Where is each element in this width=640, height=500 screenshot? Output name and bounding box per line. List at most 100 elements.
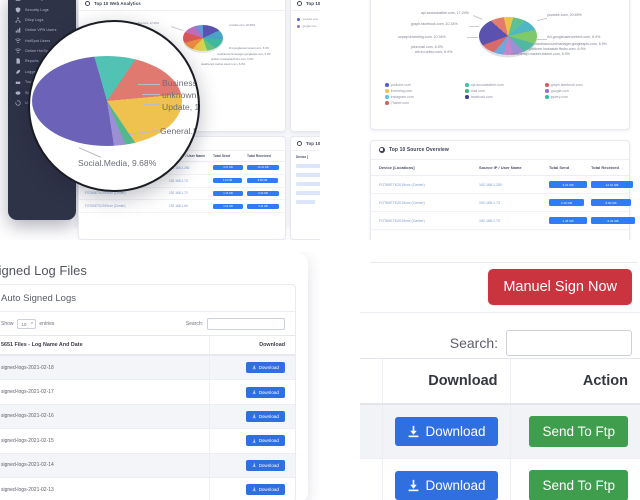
- legend-item: 7haber.com: [385, 101, 461, 105]
- sidebar-item-security-logs[interactable]: Security Logs: [8, 4, 76, 14]
- sidebar-item-label: Dhcp Logs: [25, 17, 44, 22]
- legend-color-swatch: [297, 17, 300, 21]
- pie-slices: [183, 25, 223, 51]
- list-icon: [15, 0, 21, 2]
- pie-label: lh4.googleusercontent.com, 6.9%: [229, 47, 269, 50]
- legend-color-swatch: [545, 95, 549, 99]
- download-cell: Download: [208, 453, 295, 478]
- table-row[interactable]: Download Send To Ftp: [360, 404, 640, 459]
- leader-line: [469, 26, 479, 27]
- leader-line: [473, 15, 483, 20]
- pie-label: General.Interest: [160, 126, 200, 136]
- total-received-cell: 12.41 GB: [591, 181, 637, 188]
- pie-label: lh4.googleusercontent.com, 6.9%: [547, 35, 601, 39]
- download-button[interactable]: Download: [245, 410, 285, 422]
- source-table: Device [Locations] Source IP / User Name…: [371, 160, 635, 230]
- total-received-cell: 12.41 GB: [247, 165, 281, 171]
- legend-item: facebook.com: [465, 95, 541, 99]
- document-icon: [15, 58, 21, 65]
- legend-item: jquery.com: [545, 95, 621, 99]
- ip-cell[interactable]: 192.168.1.73: [169, 179, 213, 183]
- pie-label: Business, 2.42%: [162, 78, 200, 88]
- legend-label: mail.com: [470, 89, 485, 93]
- ip-cell[interactable]: 192.168.1.70: [169, 191, 213, 195]
- search-input[interactable]: [506, 330, 632, 356]
- table-row[interactable]: FGT60ETK2019xxx (Center) 192.168.1.70 1.…: [371, 212, 635, 230]
- table-row[interactable]: FGT60ETK2019xxx (Center) 192.168.1.73 2.…: [371, 194, 631, 212]
- row-placeholder: [296, 200, 316, 204]
- card-header: Top 10: [291, 137, 320, 151]
- legend-item: api.accuweather.com: [465, 83, 541, 87]
- manuel-sign-now-button[interactable]: Manuel Sign Now: [488, 269, 632, 305]
- download-button[interactable]: Download: [245, 435, 285, 447]
- divider: [370, 262, 638, 263]
- table-row[interactable]: signed-logs-2021-02-17 Download: [0, 379, 295, 405]
- wifi-icon: [15, 48, 21, 54]
- table-row[interactable]: Download Send To Ftp: [360, 458, 640, 500]
- download-button[interactable]: Download: [245, 484, 285, 496]
- pie-label: pics.mail.com, 6.9%: [411, 45, 443, 49]
- ip-cell[interactable]: 192.168.1.73: [479, 201, 549, 205]
- table-row[interactable]: FGT60ETK2019xxx (Center) 192.168.1.64 1.…: [79, 200, 285, 214]
- web-analytics-card: api.accuweather.com, 17.24% graph.facebo…: [370, 0, 630, 130]
- table-row[interactable]: signed-logs-2021-02-15 Download: [0, 428, 295, 454]
- device-cell[interactable]: FGT60ETK2019xxx (Center): [85, 204, 169, 208]
- device-cell[interactable]: FGT60ETK2019xxx (Center): [379, 201, 479, 205]
- legend-item: [215, 86, 277, 90]
- ip-cell[interactable]: 192.168.1.250: [169, 166, 213, 170]
- table-row[interactable]: signed-logs-2021-02-14 Download: [0, 453, 295, 478]
- legend-color-swatch: [297, 24, 300, 28]
- divider: [360, 312, 640, 313]
- row-placeholder: [296, 164, 320, 168]
- search-input[interactable]: [207, 318, 285, 330]
- column-header-filename: 5651 Files - Log Name And Date: [0, 335, 209, 356]
- log-name-cell: signed-logs-2021-02-13: [0, 477, 209, 500]
- download-icon: [252, 365, 256, 370]
- page-length-select[interactable]: 10: [16, 318, 37, 330]
- pie-label: weatherapi.market.xiaomi.com, 6.9%: [511, 52, 570, 56]
- download-button[interactable]: Download: [245, 386, 285, 398]
- action-cell: Send To Ftp: [509, 458, 640, 500]
- total-received-cell: 6.32 GB: [591, 217, 637, 224]
- ip-cell[interactable]: 192.168.1.70: [479, 219, 549, 223]
- table-row[interactable]: FGT60ETK2019xxx (Center) 192.168.1.250 3…: [371, 176, 633, 194]
- download-cell: Download: [208, 477, 295, 500]
- pie-label: unknown, 2.01%: [162, 90, 199, 100]
- download-button[interactable]: Download: [395, 471, 498, 500]
- send-to-ftp-button[interactable]: Send To Ftp: [529, 470, 628, 500]
- legend-color-swatch: [465, 89, 469, 93]
- download-button[interactable]: Download: [245, 459, 285, 471]
- pie-label: Social.Media, 9.68%: [78, 158, 157, 168]
- table-row[interactable]: signed-logs-2021-02-18 Download: [0, 355, 295, 381]
- download-button[interactable]: Download: [245, 362, 285, 374]
- send-to-ftp-button[interactable]: Send To Ftp: [529, 416, 628, 447]
- source-overview-card: Top 10 Source Overview Device [Locations…: [370, 140, 635, 240]
- signed-logs-page: Signed Log Files Auto Signed Logs Show 1…: [0, 252, 308, 500]
- device-cell[interactable]: FGT60ETK2019xxx (Center): [85, 191, 169, 195]
- total-send-cell: 1.45 GB: [213, 190, 247, 196]
- table-row[interactable]: signed-logs-2021-02-13 Download: [0, 477, 295, 500]
- legend-item: youtube.com: [297, 17, 320, 21]
- device-cell[interactable]: FGT60ETK2019xxx (Center): [379, 183, 479, 187]
- total-send-cell: 2.10 GB: [213, 178, 247, 184]
- ip-cell[interactable]: 192.168.1.64: [169, 204, 213, 208]
- legend-color-swatch: [385, 83, 389, 87]
- show-label: Show: [1, 321, 14, 327]
- legend-label: api.accuweather.com: [470, 83, 504, 87]
- table-row[interactable]: signed-logs-2021-02-16 Download: [0, 404, 295, 430]
- legend-color-swatch: [545, 89, 549, 93]
- magnified-pie-chart: [32, 56, 182, 158]
- column-header: Total Received: [247, 154, 271, 158]
- page-title: Signed Log Files: [0, 263, 87, 278]
- ip-cell[interactable]: 192.168.1.250: [479, 183, 549, 187]
- leader-line: [537, 17, 547, 21]
- download-button[interactable]: Download: [395, 417, 498, 446]
- top-left-dashboard-zoom: Portal Logs Security Logs Dhcp Logs Onli…: [0, 0, 320, 240]
- legend-label: 7haber.com: [390, 101, 410, 105]
- sidebar-item-dhcp-logs[interactable]: Dhcp Logs: [8, 15, 76, 25]
- row-placeholder: [296, 173, 320, 177]
- leader-line: [142, 94, 160, 95]
- card-title: Auto Signed Logs: [0, 285, 295, 312]
- device-cell[interactable]: FGT60ETK2019xxx (Center): [379, 219, 479, 223]
- legend-item: google.com: [297, 24, 320, 28]
